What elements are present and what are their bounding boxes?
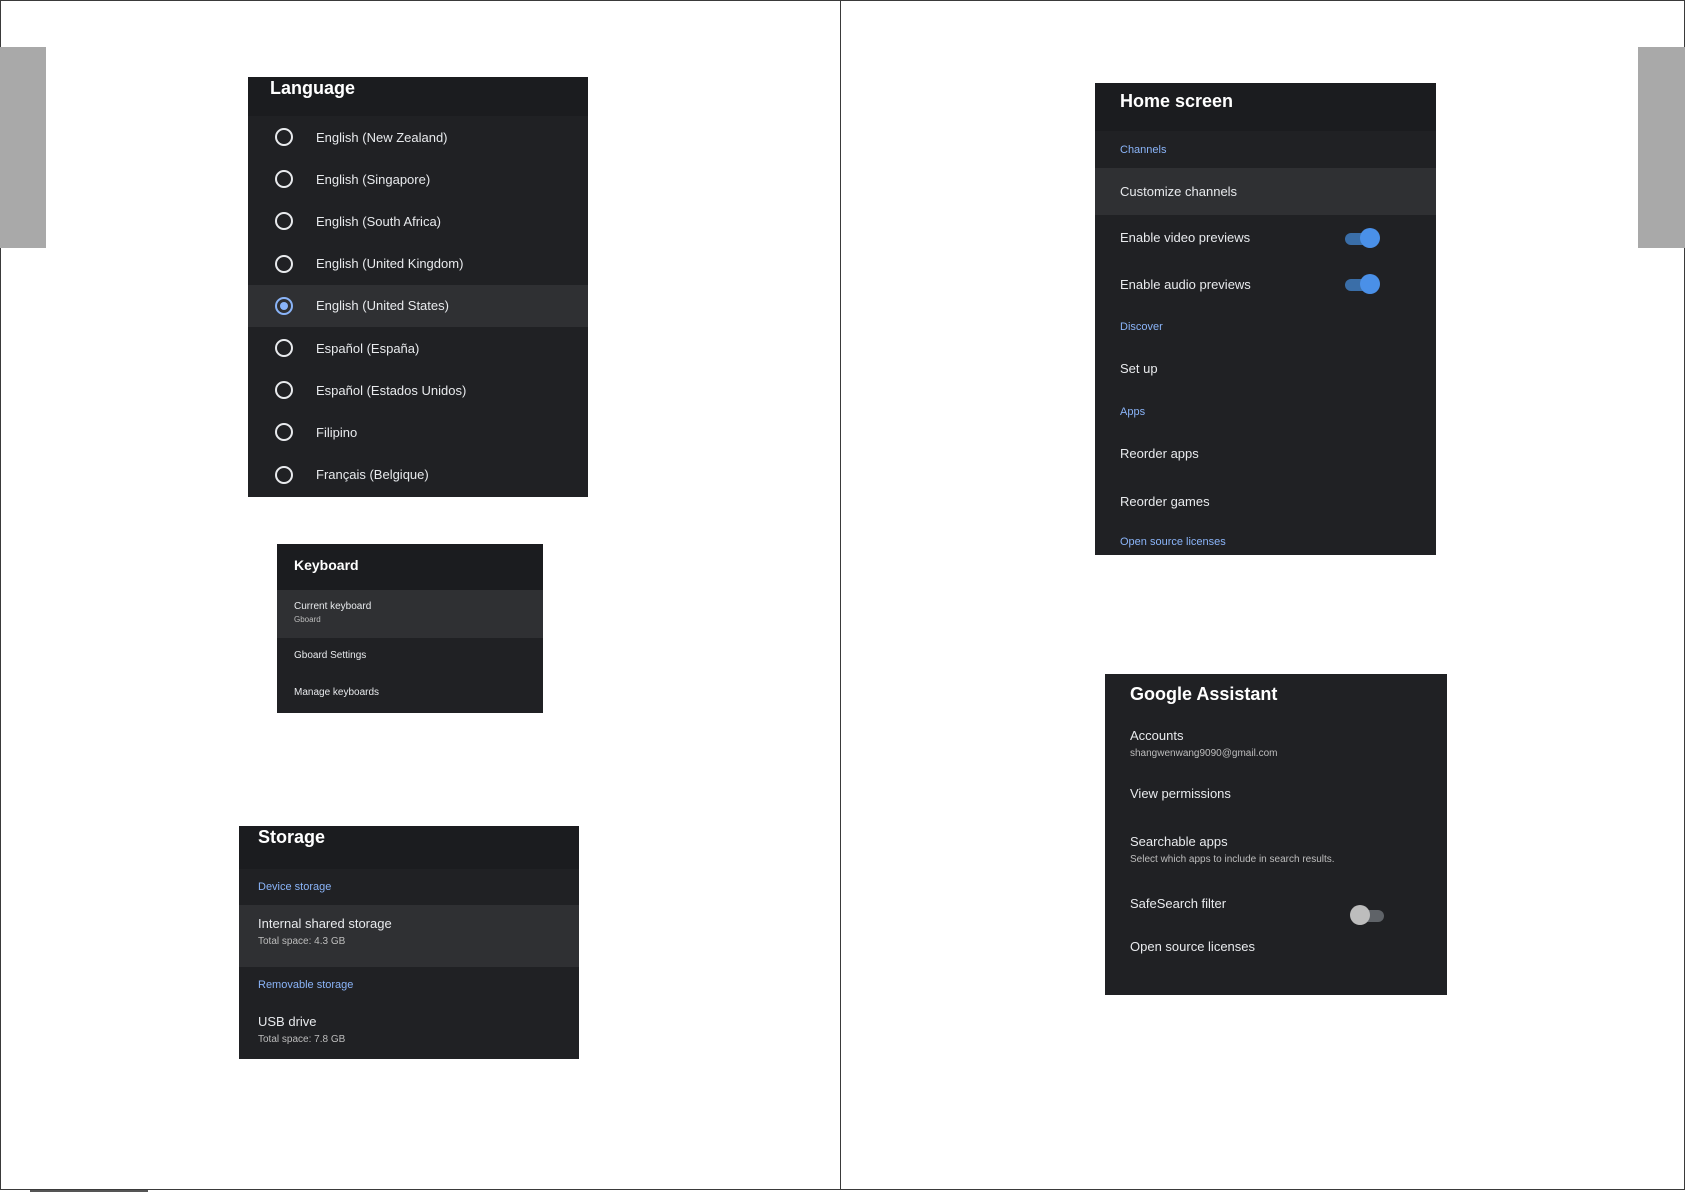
searchable-apps-description: Select which apps to include in search r… [1130, 854, 1335, 865]
video-previews-label: Enable video previews [1120, 230, 1251, 246]
language-option-label: English (United States) [316, 298, 449, 314]
language-option[interactable]: English (South Africa) [248, 200, 588, 242]
radio-icon [275, 465, 293, 484]
language-option-label: Español (España) [316, 340, 420, 356]
language-title: Language [248, 77, 588, 116]
toggle-knob [1350, 905, 1370, 925]
usb-drive-total: Total space: 7.8 GB [258, 1034, 346, 1045]
gboard-settings-item[interactable]: Gboard Settings [277, 638, 543, 675]
google-assistant-title: Google Assistant [1105, 674, 1447, 716]
home-screen-title: Home screen [1095, 83, 1436, 131]
device-storage-section: Device storage [258, 881, 332, 893]
radio-icon [275, 170, 293, 189]
google-assistant-panel: Google Assistant Accounts shangwenwang90… [1105, 674, 1447, 995]
open-source-licenses-link[interactable]: Open source licenses [1095, 526, 1436, 555]
storage-title: Storage [239, 826, 579, 869]
customize-channels-item[interactable]: Customize channels [1095, 168, 1436, 215]
manage-keyboards-item[interactable]: Manage keyboards [277, 675, 543, 713]
set-up-label: Set up [1120, 361, 1158, 377]
ga-open-source-licenses-item[interactable]: Open source licenses [1105, 934, 1447, 981]
radio-icon [275, 339, 293, 358]
usb-drive-label: USB drive [258, 1014, 317, 1029]
language-option[interactable]: Español (Estados Unidos) [248, 369, 588, 411]
audio-previews-item[interactable]: Enable audio previews [1095, 261, 1436, 308]
removable-storage-section: Removable storage [258, 979, 354, 991]
audio-previews-label: Enable audio previews [1120, 276, 1251, 292]
language-option-label: English (United Kingdom) [316, 256, 464, 272]
accounts-item[interactable]: Accounts shangwenwang9090@gmail.com [1105, 716, 1447, 778]
language-option[interactable]: Français (Belgique) [248, 454, 588, 496]
language-option[interactable]: Filipino [248, 411, 588, 453]
keyboard-panel: Keyboard Current keyboard Gboard Gboard … [277, 544, 543, 713]
internal-storage-label: Internal shared storage [258, 916, 392, 931]
manage-keyboards-label: Manage keyboards [294, 687, 380, 698]
accounts-email: shangwenwang9090@gmail.com [1130, 748, 1278, 759]
language-option-selected[interactable]: English (United States) [248, 284, 588, 327]
language-option[interactable]: English (United Kingdom) [248, 243, 588, 285]
safesearch-item[interactable]: SafeSearch filter [1105, 889, 1447, 934]
accounts-label: Accounts [1130, 728, 1184, 743]
language-option-label: Español (Estados Unidos) [316, 382, 467, 398]
toggle-knob [1360, 227, 1380, 248]
left-edge-tab [0, 47, 46, 248]
language-option-label: Français (Belgique) [316, 467, 429, 483]
radio-icon [275, 423, 293, 442]
searchable-apps-item[interactable]: Searchable apps Select which apps to inc… [1105, 825, 1447, 889]
reorder-games-item[interactable]: Reorder games [1095, 478, 1436, 526]
ga-open-source-licenses-label: Open source licenses [1130, 939, 1256, 954]
radio-icon [275, 381, 293, 400]
safesearch-toggle[interactable] [1350, 905, 1384, 925]
internal-storage-total: Total space: 4.3 GB [258, 936, 346, 947]
current-keyboard-label: Current keyboard [294, 601, 372, 612]
home-screen-panel: Home screen Channels Customize channels … [1095, 83, 1436, 555]
customize-channels-label: Customize channels [1120, 183, 1238, 199]
set-up-item[interactable]: Set up [1095, 345, 1436, 393]
right-edge-tab [1638, 47, 1685, 248]
searchable-apps-label: Searchable apps [1130, 834, 1228, 849]
gboard-settings-label: Gboard Settings [294, 650, 367, 661]
language-option-label: Filipino [316, 424, 358, 440]
reorder-apps-item[interactable]: Reorder apps [1095, 430, 1436, 478]
current-keyboard-item[interactable]: Current keyboard Gboard [277, 590, 543, 638]
keyboard-title: Keyboard [277, 544, 543, 590]
channels-section: Channels [1120, 144, 1167, 156]
view-permissions-item[interactable]: View permissions [1105, 778, 1447, 825]
apps-section: Apps [1120, 405, 1146, 418]
radio-icon [275, 212, 293, 231]
video-previews-toggle[interactable] [1345, 227, 1380, 248]
language-option-label: English (South Africa) [316, 213, 442, 229]
usb-drive-item[interactable]: USB drive Total space: 7.8 GB [239, 1003, 579, 1059]
discover-section: Discover [1120, 320, 1163, 333]
internal-storage-item[interactable]: Internal shared storage Total space: 4.3… [239, 905, 579, 967]
language-panel: Language English (New Zealand) English (… [248, 77, 588, 497]
language-option-label: English (Singapore) [316, 171, 431, 187]
view-permissions-label: View permissions [1130, 786, 1231, 801]
current-keyboard-value: Gboard [294, 615, 321, 624]
safesearch-label: SafeSearch filter [1130, 896, 1227, 911]
language-option[interactable]: English (Singapore) [248, 158, 588, 200]
radio-icon [275, 254, 293, 273]
radio-icon [275, 128, 293, 147]
reorder-games-label: Reorder games [1120, 494, 1210, 510]
storage-panel: Storage Device storage Internal shared s… [239, 826, 579, 1059]
video-previews-item[interactable]: Enable video previews [1095, 215, 1436, 262]
audio-previews-toggle[interactable] [1345, 274, 1380, 295]
language-option[interactable]: Español (España) [248, 327, 588, 369]
toggle-knob [1360, 274, 1380, 295]
language-option[interactable]: English (New Zealand) [248, 116, 588, 158]
language-option-label: English (New Zealand) [316, 129, 448, 145]
reorder-apps-label: Reorder apps [1120, 446, 1199, 462]
radio-selected-icon [275, 296, 293, 315]
